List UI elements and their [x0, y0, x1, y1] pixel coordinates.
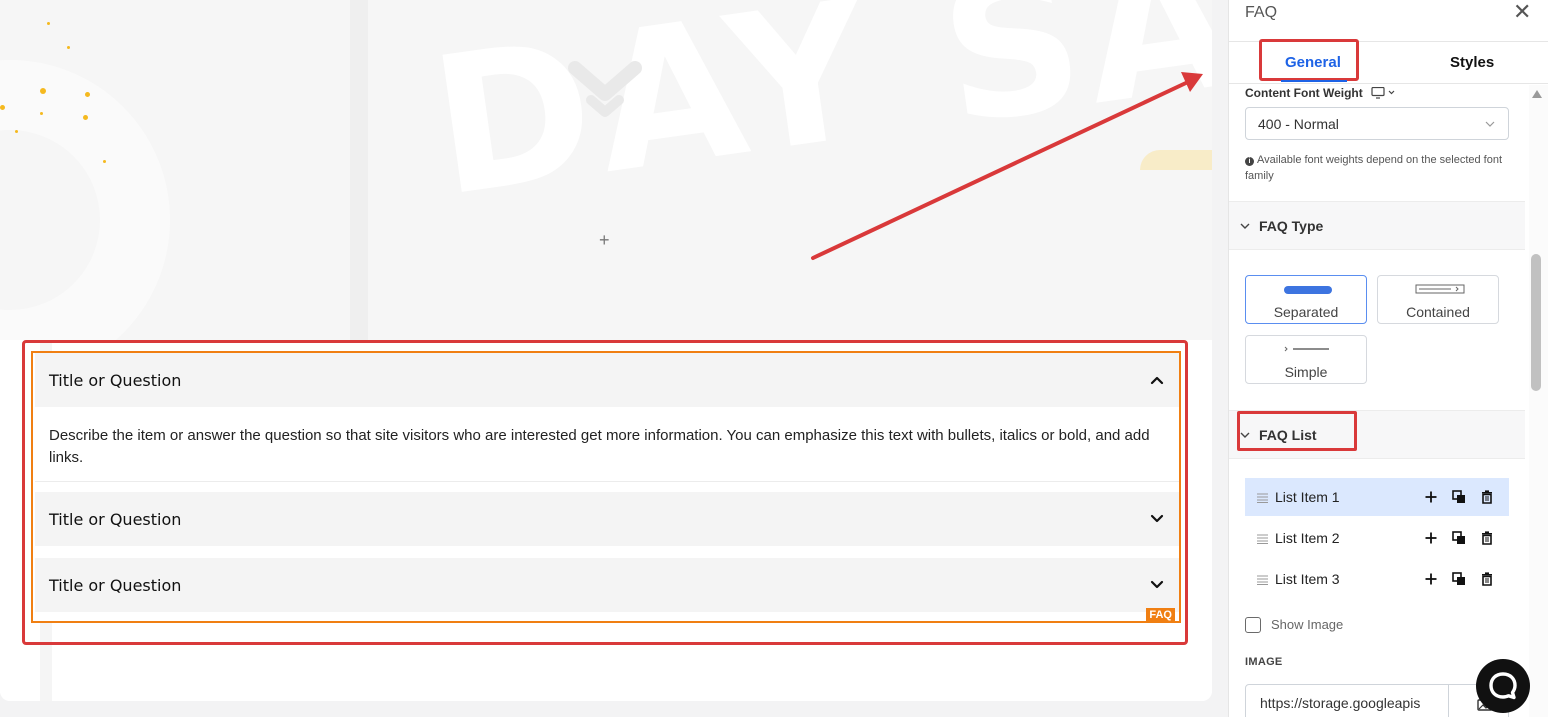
- faq-type-label: Separated: [1273, 304, 1339, 320]
- faq-type-separated[interactable]: Separated: [1245, 275, 1367, 324]
- contained-layout-icon: [1415, 284, 1465, 294]
- decorative-dot: [67, 46, 70, 49]
- chevron-down-icon: [1240, 223, 1250, 229]
- add-item-icon[interactable]: [1424, 490, 1438, 504]
- select-value: 400 - Normal: [1258, 115, 1339, 132]
- delete-icon[interactable]: [1480, 572, 1494, 586]
- faq-list-item[interactable]: List Item 3: [1245, 560, 1509, 598]
- faq-item-header[interactable]: Title or Question: [35, 558, 1179, 612]
- scroll-down-chevron-icon: [568, 61, 642, 117]
- delete-icon[interactable]: [1480, 531, 1494, 545]
- drag-handle-icon[interactable]: [1257, 492, 1268, 503]
- faq-type-contained[interactable]: Contained: [1377, 275, 1499, 324]
- properties-panel: FAQ ✕ General Styles Content Font Weight…: [1228, 0, 1548, 717]
- add-item-icon[interactable]: [1424, 531, 1438, 545]
- faq-type-section-header[interactable]: FAQ Type: [1229, 201, 1525, 250]
- faq-item-title: Title or Question: [49, 575, 182, 595]
- panel-scrollbar[interactable]: [1529, 85, 1548, 717]
- decorative-dot: [40, 112, 43, 115]
- panel-header: FAQ ✕: [1229, 0, 1548, 42]
- panel-scroll-area[interactable]: Content Font Weight 400 - Normal i Availa…: [1229, 85, 1529, 717]
- chevron-down-icon: [1485, 121, 1495, 127]
- add-section-plus-icon[interactable]: +: [599, 230, 610, 250]
- faq-list-item[interactable]: List Item 2: [1245, 519, 1509, 557]
- decorative-stripe: [350, 0, 368, 340]
- delete-icon[interactable]: [1480, 490, 1494, 504]
- faq-element-badge: FAQ: [1146, 608, 1175, 623]
- add-item-icon[interactable]: [1424, 572, 1438, 586]
- decorative-dot: [103, 160, 106, 163]
- chat-support-button[interactable]: [1476, 659, 1530, 713]
- content-font-weight-label: Content Font Weight: [1245, 86, 1363, 100]
- faq-list-item-label: List Item 2: [1275, 530, 1340, 546]
- faq-item-title: Title or Question: [49, 509, 182, 529]
- drag-handle-icon[interactable]: [1257, 574, 1268, 585]
- panel-tabs: General Styles: [1229, 39, 1548, 84]
- faq-type-label: Contained: [1406, 304, 1470, 320]
- decorative-wedge: [1140, 150, 1212, 170]
- faq-widget[interactable]: Title or Question Describe the item or a…: [31, 351, 1181, 623]
- image-field-label: IMAGE: [1245, 656, 1283, 668]
- chevron-down-icon[interactable]: [1149, 577, 1165, 593]
- info-text: Available font weights depend on the sel…: [1245, 154, 1503, 182]
- decorative-dot: [83, 115, 88, 120]
- drag-handle-icon[interactable]: [1257, 533, 1268, 544]
- device-monitor-icon[interactable]: [1371, 87, 1397, 99]
- section-title: FAQ Type: [1259, 217, 1324, 234]
- decorative-dot: [15, 130, 18, 133]
- simple-layout-icon: [1284, 346, 1329, 352]
- panel-title: FAQ: [1245, 4, 1278, 21]
- faq-list-item-label: List Item 1: [1275, 489, 1340, 505]
- content-font-weight-select[interactable]: 400 - Normal: [1245, 107, 1509, 140]
- decorative-dot: [47, 22, 50, 25]
- tab-styles[interactable]: Styles: [1450, 54, 1494, 71]
- faq-item-title: Title or Question: [49, 370, 182, 390]
- duplicate-icon[interactable]: [1452, 572, 1466, 586]
- show-image-checkbox[interactable]: [1245, 617, 1261, 633]
- font-weight-info-note: i Available font weights depend on the se…: [1245, 152, 1515, 184]
- info-icon: i: [1245, 157, 1254, 166]
- image-url-input[interactable]: https://storage.googleapis: [1245, 684, 1449, 717]
- separated-layout-icon: [1284, 286, 1332, 294]
- decorative-dot: [40, 88, 46, 94]
- active-tab-indicator: [1281, 80, 1347, 82]
- chevron-down-icon[interactable]: [1149, 511, 1165, 527]
- background-graphic-lettering: DAY SAAS: [420, 0, 1212, 239]
- faq-item-header[interactable]: Title or Question: [35, 492, 1179, 546]
- scroll-up-arrow-icon[interactable]: [1531, 89, 1543, 99]
- faq-type-label: Simple: [1284, 364, 1328, 380]
- hero-background-image: DAY SAAS +: [0, 0, 1212, 340]
- decorative-circle: [0, 60, 170, 340]
- show-image-label: Show Image: [1271, 617, 1344, 632]
- faq-list-highlight-annotation: [1237, 411, 1357, 451]
- faq-type-simple[interactable]: Simple: [1245, 335, 1367, 384]
- tab-general[interactable]: General: [1285, 54, 1341, 71]
- decorative-dot: [0, 105, 5, 110]
- duplicate-icon[interactable]: [1452, 531, 1466, 545]
- chevron-up-icon[interactable]: [1149, 372, 1165, 388]
- duplicate-icon[interactable]: [1452, 490, 1466, 504]
- decorative-dot: [85, 92, 90, 97]
- faq-item-header[interactable]: Title or Question: [35, 353, 1179, 407]
- chat-bubble-icon: [1489, 672, 1517, 700]
- faq-list-item-label: List Item 3: [1275, 571, 1340, 587]
- faq-list-item[interactable]: List Item 1: [1245, 478, 1509, 516]
- faq-item-answer: Describe the item or answer the question…: [35, 406, 1179, 482]
- close-icon[interactable]: ✕: [1513, 1, 1531, 23]
- panel-scrollbar-thumb[interactable]: [1531, 254, 1541, 391]
